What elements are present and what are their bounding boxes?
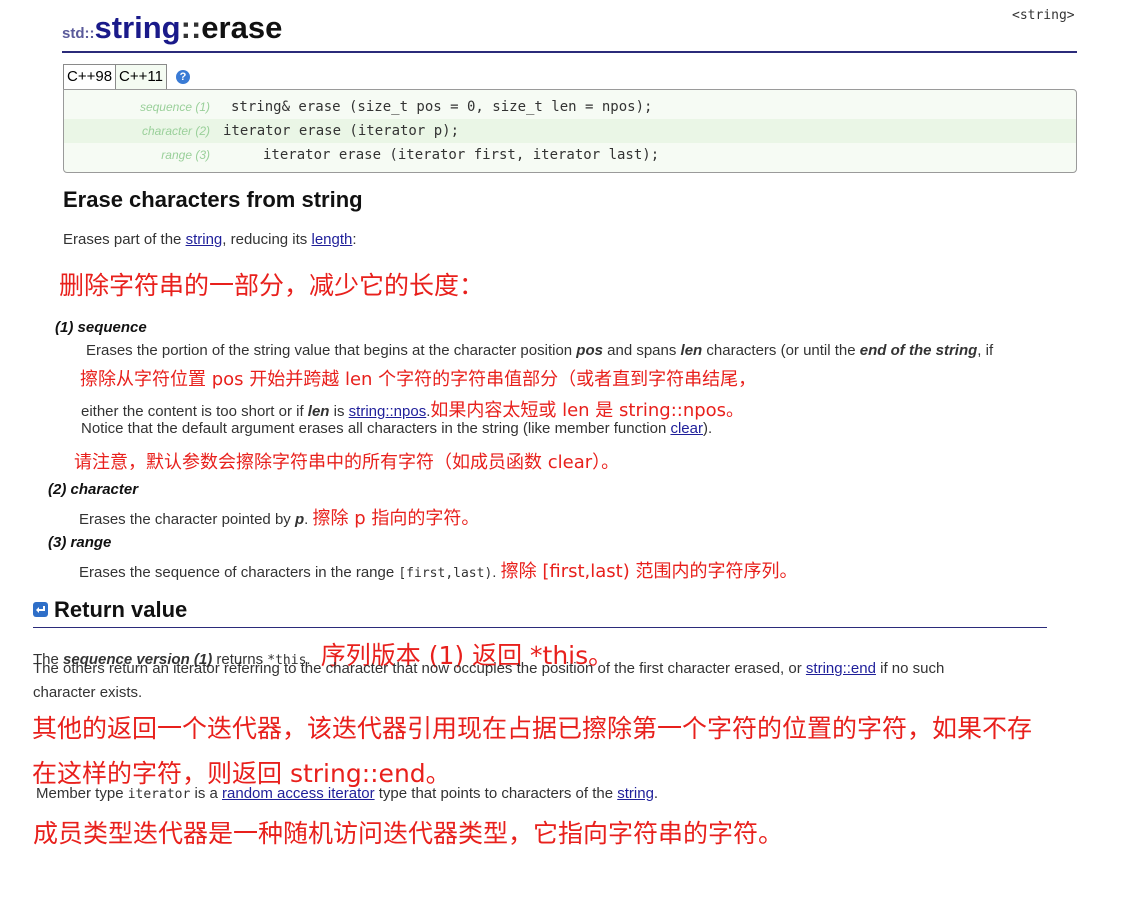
prototype-label: range (3) <box>161 148 210 162</box>
ret-text: The others return an iterator referring … <box>33 660 806 677</box>
prototype-label: character (2) <box>141 124 210 138</box>
mt-text: . <box>653 785 659 802</box>
intro-t3: : <box>352 231 357 248</box>
title-class: string <box>94 10 181 45</box>
return-line-3: character exists. <box>33 684 143 701</box>
prototype-label: sequence (1) <box>139 100 210 114</box>
param-pos: pos <box>576 342 603 359</box>
sequence-line-2: either the content is too short or if le… <box>81 396 744 422</box>
character-heading: (2) character <box>48 481 138 498</box>
note-member-type: 成员类型迭代器是一种随机访问迭代器类型，它指向字符串的字符。 <box>33 819 784 848</box>
character-line: Erases the character pointed by p. 擦除 p … <box>79 504 479 530</box>
note-sequence-2: 如果内容太短或 len 是 string::npos。 <box>430 400 745 421</box>
prototype-row-sequence: sequence (1) string& erase (size_t pos =… <box>64 95 1076 119</box>
prototype-row-character: character (2) iterator erase (iterator p… <box>64 119 1076 143</box>
header-rule <box>62 51 1077 53</box>
link-string[interactable]: string <box>617 785 654 802</box>
sequence-heading-num: (1) <box>55 319 74 336</box>
note-sequence-3: 请注意，默认参数会擦除字符串中的所有字符（如成员函数 clear）。 <box>74 452 620 473</box>
intro-text: Erases part of the string, reducing its … <box>63 231 357 248</box>
seq-text: ). <box>702 420 713 437</box>
iterator-code: iterator <box>127 787 191 802</box>
section-title: Erase characters from string <box>63 187 363 212</box>
page-title: std::string::erase <box>62 10 282 52</box>
sequence-heading: (1) sequence <box>55 319 147 336</box>
tab-cpp98[interactable]: C++98 <box>63 64 117 89</box>
link-string-npos[interactable]: string::npos <box>349 403 427 420</box>
section-rule <box>33 627 1047 628</box>
param-len: len <box>680 342 703 359</box>
range-heading-label: range <box>70 534 112 551</box>
seq-text: , if <box>977 342 994 359</box>
note-intro: 删除字符串的一部分，减少它的长度： <box>59 271 485 300</box>
prototype-code: string& erase (size_t pos = 0, size_t le… <box>231 99 653 115</box>
note-range: 擦除 [first,last) 范围内的字符序列。 <box>500 561 798 582</box>
range-line: Erases the sequence of characters in the… <box>79 557 797 583</box>
version-tabs: C++98 C++11 <box>63 64 167 90</box>
title-separator: :: <box>180 10 202 45</box>
character-heading-label: character <box>70 481 139 498</box>
tab-cpp11[interactable]: C++11 <box>115 64 167 89</box>
mt-text: type that points to characters of the <box>374 785 618 802</box>
prototype-code: iterator erase (iterator p); <box>223 123 460 139</box>
link-string[interactable]: string <box>186 231 223 248</box>
title-namespace: std:: <box>62 25 95 42</box>
intro-t1: Erases part of the <box>63 231 186 248</box>
character-heading-num: (2) <box>48 481 67 498</box>
return-arrow-icon <box>33 602 48 617</box>
mt-text: Member type <box>36 785 128 802</box>
range-code: [first,last) <box>398 566 493 581</box>
seq-text: and spans <box>602 342 681 359</box>
seq-text: either the content is too short or if <box>81 403 308 420</box>
return-value-heading: Return value <box>54 597 188 622</box>
link-random-access-iterator[interactable]: random access iterator <box>222 785 375 802</box>
prototype-code: iterator erase (iterator first, iterator… <box>263 147 660 163</box>
sequence-line-3: Notice that the default argument erases … <box>81 420 712 437</box>
seq-text: Erases the portion of the string value t… <box>86 342 577 359</box>
char-text: Erases the character pointed by <box>79 511 295 528</box>
return-line-2: The others return an iterator referring … <box>33 660 944 677</box>
seq-text: Notice that the default argument erases … <box>81 420 671 437</box>
note-character: 擦除 p 指向的字符。 <box>312 508 480 529</box>
param-len: len <box>307 403 330 420</box>
link-string-end[interactable]: string::end <box>806 660 876 677</box>
help-icon[interactable]: ? <box>176 70 190 84</box>
seq-text: is <box>329 403 349 420</box>
title-member: erase <box>201 10 283 45</box>
mt-text: is a <box>190 785 223 802</box>
header-file-label: <string> <box>1012 8 1075 23</box>
intro-t2: , reducing its <box>222 231 312 248</box>
range-text: . <box>492 564 497 581</box>
link-clear[interactable]: clear <box>670 420 703 437</box>
note-sequence-1: 擦除从字符位置 pos 开始并跨越 len 个字符的字符串值部分（或者直到字符串… <box>80 369 757 390</box>
prototypes-box: sequence (1) string& erase (size_t pos =… <box>63 89 1077 173</box>
sequence-heading-label: sequence <box>77 319 147 336</box>
range-heading-num: (3) <box>48 534 67 551</box>
seq-text: characters (or until the <box>702 342 860 359</box>
sequence-line-1: Erases the portion of the string value t… <box>86 342 993 359</box>
link-length[interactable]: length <box>311 231 352 248</box>
param-p: p <box>294 511 305 528</box>
ret-text: if no such <box>875 660 945 677</box>
range-heading: (3) range <box>48 534 111 551</box>
note-return-2a: 其他的返回一个迭代器，该迭代器引用现在占据已擦除第一个字符的位置的字符，如果不存 <box>32 714 1033 743</box>
range-text: Erases the sequence of characters in the… <box>79 564 399 581</box>
char-text: . <box>304 511 309 528</box>
member-type-line: Member type iterator is a random access … <box>36 785 658 802</box>
end-of-string-emph: end of the string <box>859 342 978 359</box>
prototype-row-range: range (3) iterator erase (iterator first… <box>64 143 1076 167</box>
